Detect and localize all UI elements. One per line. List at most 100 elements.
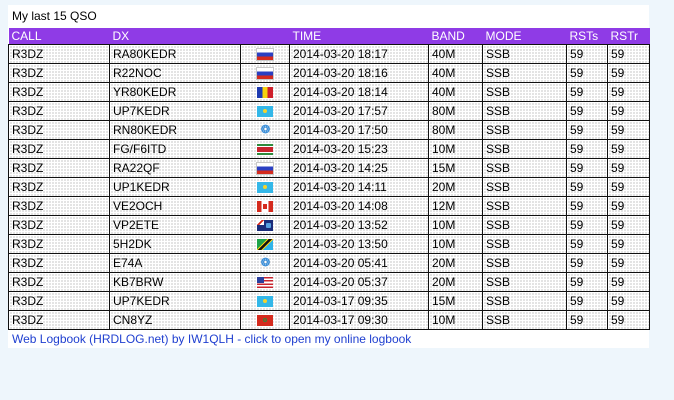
cell-time: 2014-03-20 17:57 <box>289 101 429 121</box>
flag-cell <box>240 139 290 159</box>
cell-call: R3DZ <box>8 139 110 159</box>
cell-band: 12M <box>428 196 483 216</box>
column-header-dx: DX <box>112 29 130 43</box>
cell-rstr: 59 <box>607 215 650 235</box>
cell-call: R3DZ <box>8 101 110 121</box>
cell-dx: 5H2DK <box>109 234 241 254</box>
cell-dx: RN80KEDR <box>109 120 241 140</box>
cell-mode: SSB <box>482 253 567 273</box>
flag-cell <box>240 63 290 83</box>
cell-rsts: 59 <box>566 253 608 273</box>
cell-call: R3DZ <box>8 272 110 292</box>
table-row: R3DZ VP2ETE 2014-03-20 13:52 10M SSB 59 59 <box>8 215 650 235</box>
cell-band: 10M <box>428 310 483 330</box>
cell-dx: FG/F6ITD <box>109 139 241 159</box>
cell-rstr: 59 <box>607 196 650 216</box>
flag-cell <box>240 196 290 216</box>
cell-band: 10M <box>428 234 483 254</box>
cell-time: 2014-03-20 14:25 <box>289 158 429 178</box>
canada-flag-icon <box>257 200 273 212</box>
suriname-flag-icon <box>257 143 273 155</box>
cell-band: 20M <box>428 272 483 292</box>
column-header-call: CALL <box>11 29 42 43</box>
cell-dx: R22NOC <box>109 63 241 83</box>
cell-rsts: 59 <box>566 120 608 140</box>
cell-mode: SSB <box>482 120 567 140</box>
cell-band: 80M <box>428 101 483 121</box>
cell-dx: VE2OCH <box>109 196 241 216</box>
cell-time: 2014-03-20 13:50 <box>289 234 429 254</box>
column-header-rsts: RSTs <box>569 29 599 43</box>
table-row: R3DZ RN80KEDR ❂ 2014-03-20 17:50 80M SSB 59 59 <box>8 120 650 140</box>
table-row: R3DZ FG/F6ITD 2014-03-20 15:23 10M SSB 59 59 <box>8 139 650 159</box>
cell-rstr: 59 <box>607 139 650 159</box>
flag-cell <box>240 215 290 235</box>
cell-mode: SSB <box>482 158 567 178</box>
flag-cell <box>240 272 290 292</box>
cell-rsts: 59 <box>566 215 608 235</box>
table-row: R3DZ R22NOC 2014-03-20 18:16 40M SSB 59 59 <box>8 63 650 83</box>
cell-call: R3DZ <box>8 291 110 311</box>
cell-call: R3DZ <box>8 82 110 102</box>
cell-dx: UP7KEDR <box>109 291 241 311</box>
cell-call: R3DZ <box>8 196 110 216</box>
table-row: R3DZ KB7BRW 2014-03-20 05:37 20M SSB 59 59 <box>8 272 650 292</box>
cell-call: R3DZ <box>8 253 110 273</box>
logbook-link[interactable]: Web Logbook (HRDLOG.net) by IW1QLH - cli… <box>12 332 411 346</box>
cell-time: 2014-03-20 15:23 <box>289 139 429 159</box>
cell-band: 40M <box>428 44 483 64</box>
flag-cell <box>240 82 290 102</box>
flag-cell <box>240 101 290 121</box>
table-row: R3DZ YR80KEDR 2014-03-20 18:14 40M SSB 59 59 <box>8 82 650 102</box>
cell-rstr: 59 <box>607 234 650 254</box>
cell-time: 2014-03-20 17:50 <box>289 120 429 140</box>
kazakhstan-flag-icon <box>257 181 273 193</box>
column-header-time: TIME <box>292 29 322 43</box>
cell-mode: SSB <box>482 63 567 83</box>
cell-mode: SSB <box>482 215 567 235</box>
cell-rstr: 59 <box>607 120 650 140</box>
table-row: R3DZ UP7KEDR 2014-03-17 09:35 15M SSB 59 59 <box>8 291 650 311</box>
flag-cell <box>240 177 290 197</box>
cell-band: 15M <box>428 158 483 178</box>
cell-rstr: 59 <box>607 310 650 330</box>
russia-flag-icon <box>256 66 274 80</box>
qso-table: CALL DX TIME BAND MODE RSTs RSTr R3DZ RA8… <box>8 28 650 330</box>
cell-dx: RA22QF <box>109 158 241 178</box>
cell-band: 40M <box>428 82 483 102</box>
table-row: R3DZ RA80KEDR 2014-03-20 18:17 40M SSB 59 59 <box>8 44 650 64</box>
cell-dx: UP1KEDR <box>109 177 241 197</box>
cell-dx: YR80KEDR <box>109 82 241 102</box>
widget-title: My last 15 QSO <box>12 9 97 23</box>
cell-band: 20M <box>428 177 483 197</box>
cell-rsts: 59 <box>566 158 608 178</box>
cell-dx: RA80KEDR <box>109 44 241 64</box>
cell-rsts: 59 <box>566 272 608 292</box>
cell-rsts: 59 <box>566 63 608 83</box>
flag-cell <box>240 44 290 64</box>
cell-mode: SSB <box>482 291 567 311</box>
caribbean-flag-icon <box>257 219 273 231</box>
morocco-flag-icon <box>257 314 273 326</box>
cell-mode: SSB <box>482 44 567 64</box>
cell-rsts: 59 <box>566 139 608 159</box>
cell-rstr: 59 <box>607 253 650 273</box>
cell-mode: SSB <box>482 177 567 197</box>
romania-flag-icon <box>257 86 273 98</box>
cell-dx: UP7KEDR <box>109 101 241 121</box>
cell-time: 2014-03-17 09:35 <box>289 291 429 311</box>
cell-time: 2014-03-20 05:37 <box>289 272 429 292</box>
cell-rsts: 59 <box>566 310 608 330</box>
cell-rstr: 59 <box>607 82 650 102</box>
cell-call: R3DZ <box>8 63 110 83</box>
footer: Web Logbook (HRDLOG.net) by IW1QLH - cli… <box>8 330 649 348</box>
cell-rstr: 59 <box>607 101 650 121</box>
cell-rsts: 59 <box>566 101 608 121</box>
cell-rstr: 59 <box>607 44 650 64</box>
russia-flag-icon <box>256 47 274 61</box>
cell-dx: KB7BRW <box>109 272 241 292</box>
cell-rstr: 59 <box>607 158 650 178</box>
cell-rsts: 59 <box>566 291 608 311</box>
cell-band: 80M <box>428 120 483 140</box>
cell-time: 2014-03-20 18:14 <box>289 82 429 102</box>
